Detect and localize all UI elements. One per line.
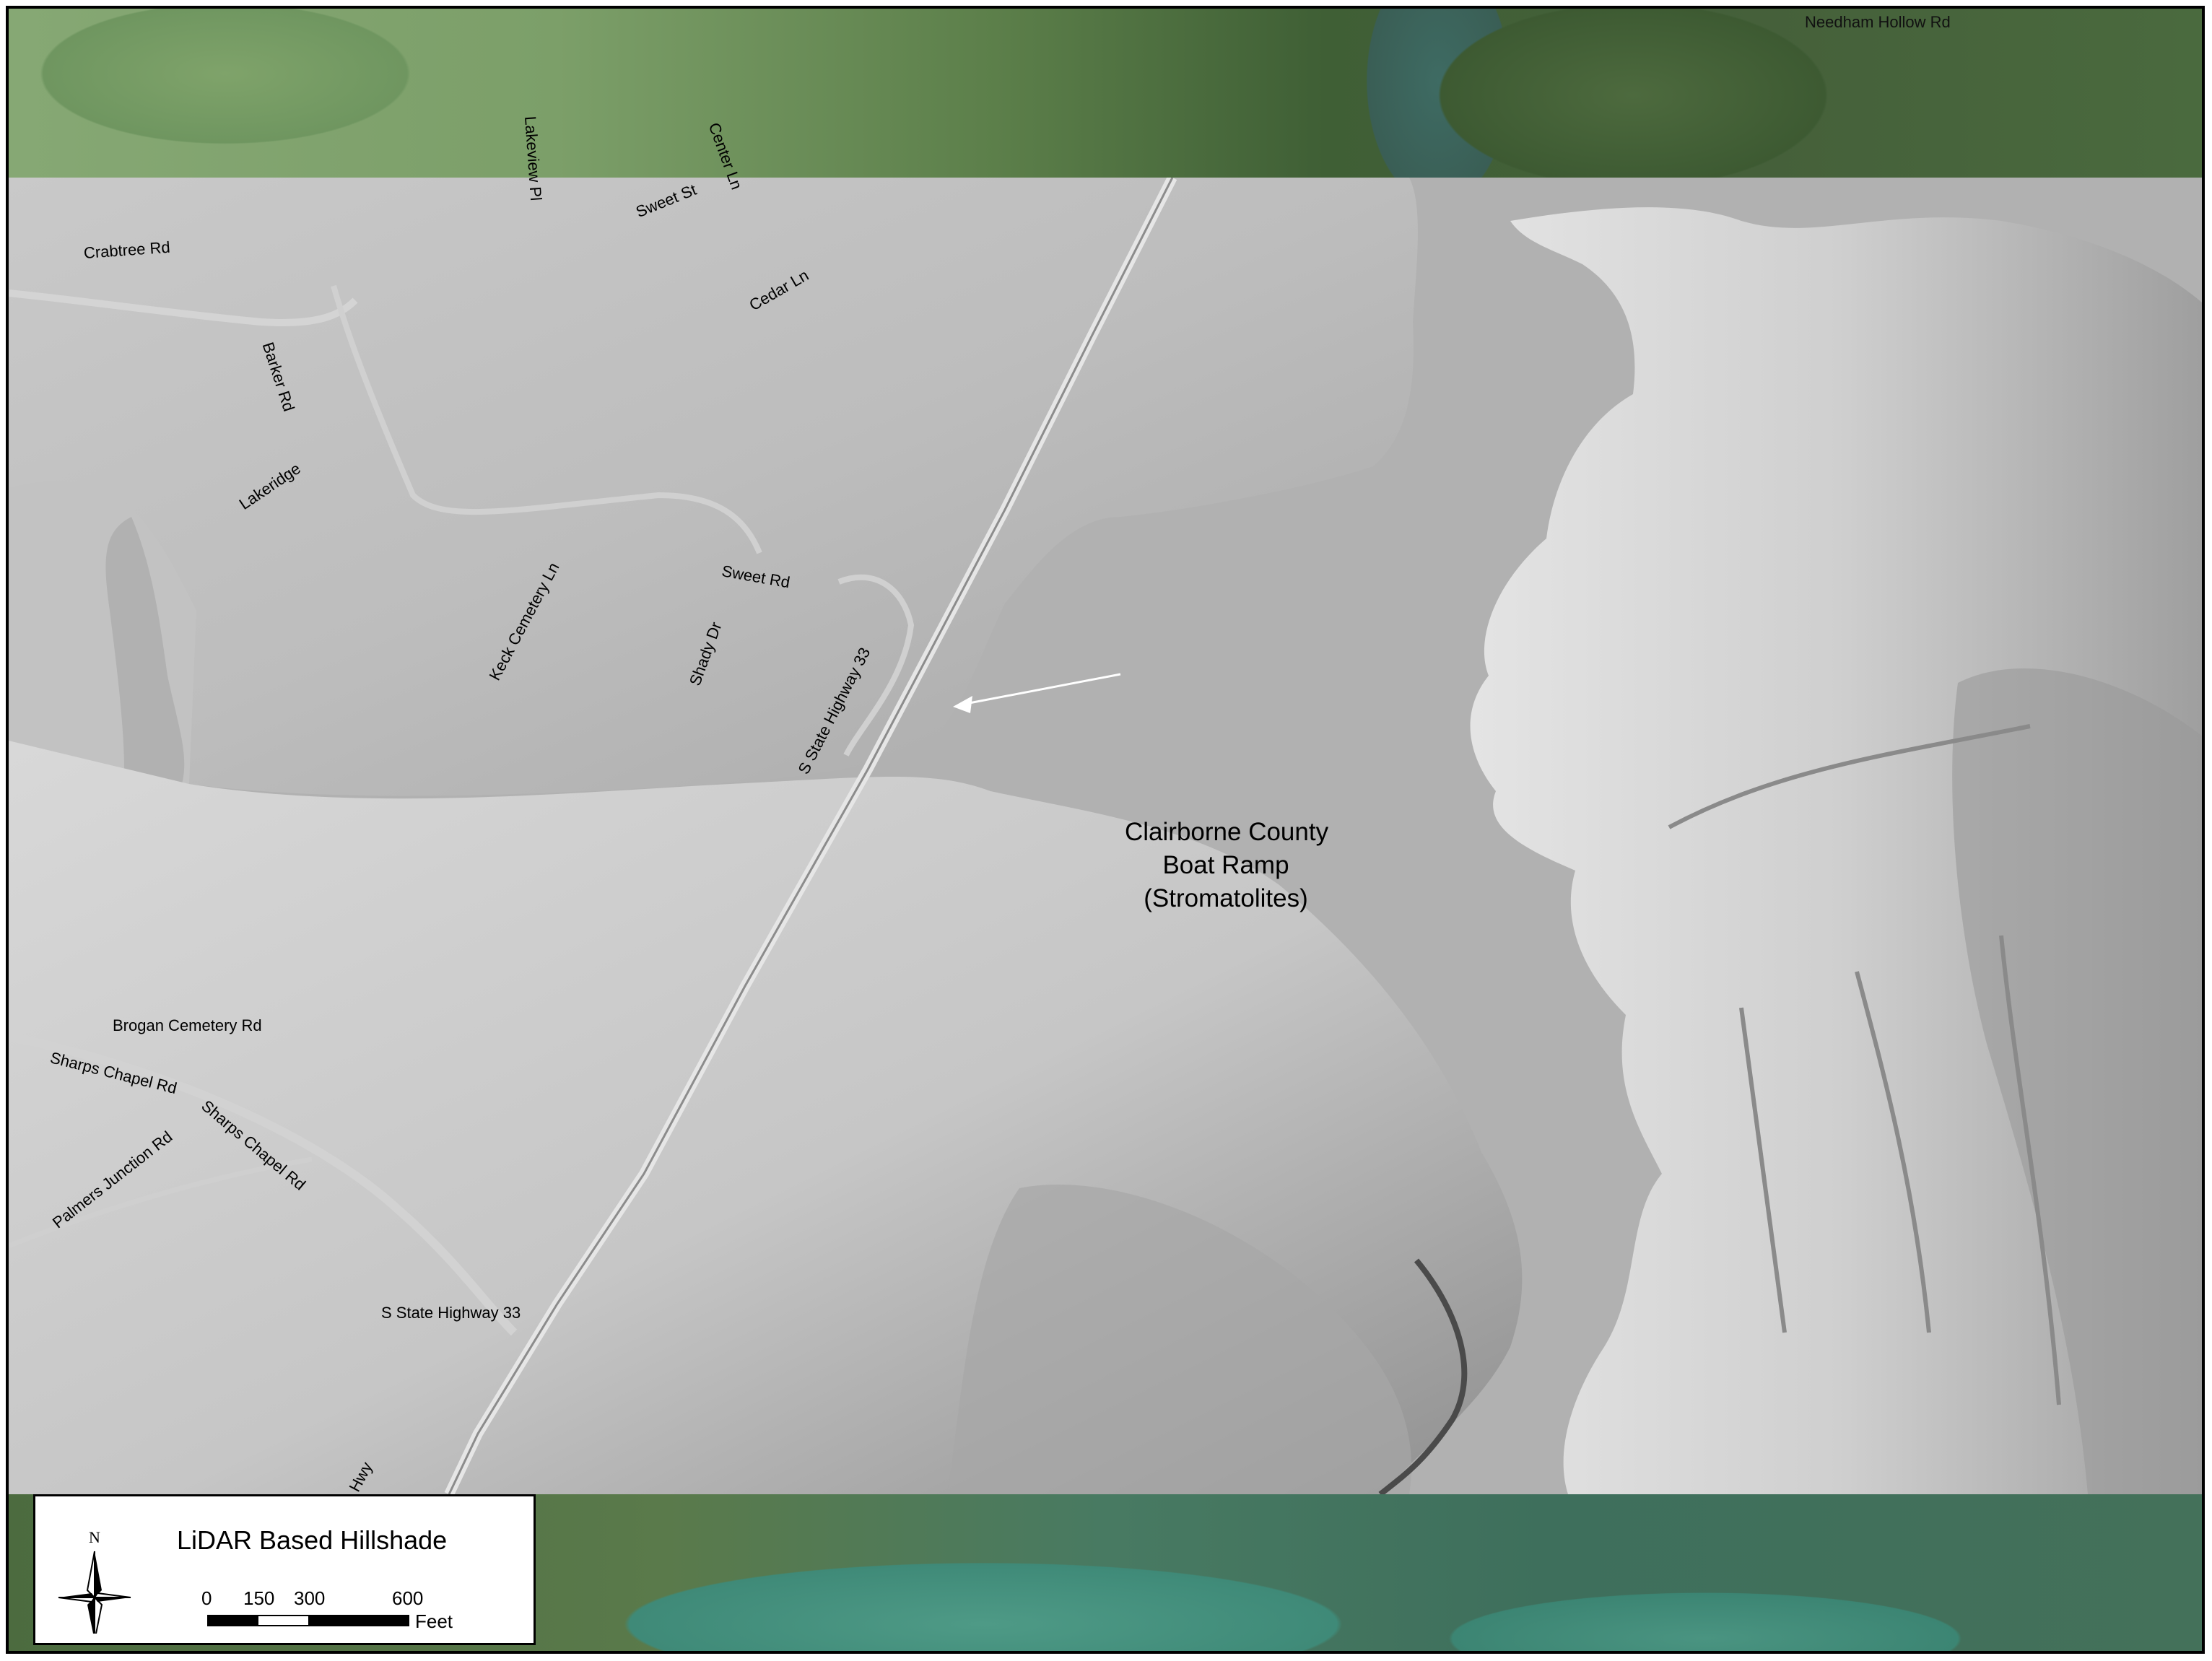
road-label-needham-hollow: Needham Hollow Rd [1805,13,1951,31]
callout-boat-ramp: Clairborne County Boat Ramp (Stromatolit… [1125,816,1329,915]
north-label: N [89,1528,100,1546]
callout-arrow [953,673,1121,713]
north-arrow-icon: N [51,1518,138,1642]
callout-line-3: (Stromatolites) [1144,884,1308,912]
callout-line-2: Boat Ramp [1162,851,1289,879]
scale-tick-300: 300 [294,1587,326,1609]
road-label-s-state-highway-33-south: S State Highway 33 [381,1304,521,1322]
callout-line-1: Clairborne County [1125,818,1329,846]
scale-tick-150: 150 [243,1587,275,1609]
map-frame: Needham Hollow Rd Lakeview Pl Center Ln … [6,6,2205,1654]
scale-segment-2 [258,1616,308,1625]
scale-segment-3 [308,1616,408,1625]
scale-tick-0: 0 [201,1587,212,1609]
road-label-brogan-cemetery-rd: Brogan Cemetery Rd [113,1016,262,1034]
scale-unit: Feet [415,1610,453,1632]
hillshade-panel: Lakeview Pl Center Ln Sweet St Crabtree … [9,115,2202,1495]
aerial-imagery-top: Needham Hollow Rd [9,9,2202,178]
map-legend: N LiDAR Based Hillshade 0 150 300 600 Fe… [33,1494,536,1645]
scale-segment-1 [209,1616,258,1625]
legend-title: LiDAR Based Hillshade [177,1525,448,1555]
west-terrain [9,178,1418,796]
scale-tick-600: 600 [392,1587,424,1609]
hillshade-terrain [9,178,2202,1494]
scale-bar [207,1615,409,1626]
east-terrain [1470,207,2202,1494]
